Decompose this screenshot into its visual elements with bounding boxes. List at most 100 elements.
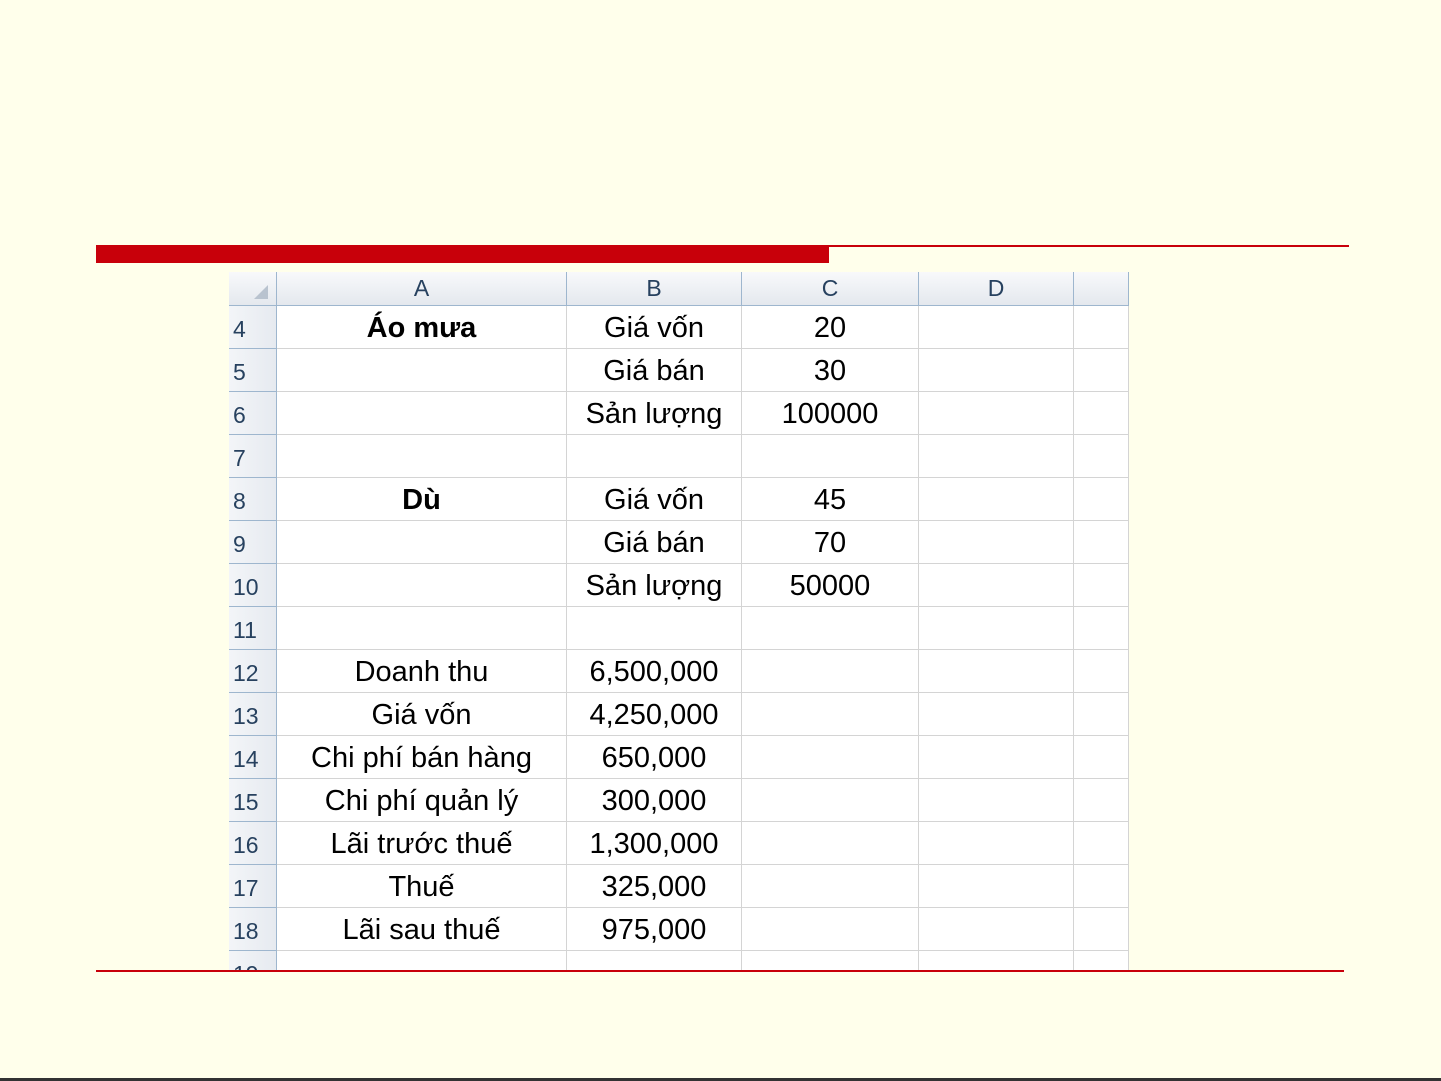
cell-d[interactable] (919, 693, 1074, 736)
column-header-b[interactable]: B (567, 272, 742, 305)
cell-c[interactable] (742, 607, 919, 650)
cell-a[interactable]: Dù (277, 478, 567, 521)
cell-b[interactable]: Giá vốn (567, 478, 742, 521)
cell-d[interactable] (919, 607, 1074, 650)
cell-c[interactable] (742, 779, 919, 822)
cell-a[interactable]: Lãi sau thuế (277, 908, 567, 951)
cell-b[interactable]: Giá vốn (567, 306, 742, 349)
cell-d[interactable] (919, 306, 1074, 349)
cell-c[interactable] (742, 435, 919, 478)
column-header-d[interactable]: D (919, 272, 1074, 305)
row-header[interactable]: 18 (229, 908, 277, 951)
column-header-e[interactable] (1074, 272, 1129, 305)
cell-b[interactable]: Giá bán (567, 521, 742, 564)
cell-e[interactable] (1074, 349, 1129, 392)
cell-e[interactable] (1074, 736, 1129, 779)
column-header-a[interactable]: A (277, 272, 567, 305)
cell-d[interactable] (919, 650, 1074, 693)
cell-e[interactable] (1074, 779, 1129, 822)
cell-b[interactable]: 4,250,000 (567, 693, 742, 736)
cell-d[interactable] (919, 435, 1074, 478)
cell-e[interactable] (1074, 951, 1129, 972)
row-header[interactable]: 13 (229, 693, 277, 736)
row-header[interactable]: 4 (229, 306, 277, 349)
cell-d[interactable] (919, 564, 1074, 607)
cell-e[interactable] (1074, 392, 1129, 435)
cell-d[interactable] (919, 521, 1074, 564)
cell-a[interactable] (277, 521, 567, 564)
cell-a[interactable]: Áo mưa (277, 306, 567, 349)
cell-b[interactable]: Sản lượng (567, 392, 742, 435)
select-all-corner[interactable] (229, 272, 277, 305)
cell-a[interactable] (277, 349, 567, 392)
cell-a[interactable] (277, 951, 567, 972)
cell-c[interactable]: 30 (742, 349, 919, 392)
cell-d[interactable] (919, 349, 1074, 392)
cell-c[interactable] (742, 865, 919, 908)
cell-e[interactable] (1074, 693, 1129, 736)
cell-a[interactable] (277, 564, 567, 607)
row-header[interactable]: 19 (229, 951, 277, 972)
cell-b[interactable]: Giá bán (567, 349, 742, 392)
cell-c[interactable]: 50000 (742, 564, 919, 607)
row-header[interactable]: 15 (229, 779, 277, 822)
cell-d[interactable] (919, 908, 1074, 951)
cell-a[interactable] (277, 392, 567, 435)
cell-a[interactable]: Doanh thu (277, 650, 567, 693)
cell-b[interactable] (567, 435, 742, 478)
row-header[interactable]: 17 (229, 865, 277, 908)
row-header[interactable]: 14 (229, 736, 277, 779)
row-header[interactable]: 16 (229, 822, 277, 865)
cell-c[interactable]: 70 (742, 521, 919, 564)
cell-e[interactable] (1074, 650, 1129, 693)
cell-c[interactable] (742, 822, 919, 865)
cell-c[interactable] (742, 693, 919, 736)
cell-d[interactable] (919, 736, 1074, 779)
row-header[interactable]: 7 (229, 435, 277, 478)
cell-a[interactable] (277, 607, 567, 650)
cell-b[interactable]: 300,000 (567, 779, 742, 822)
row-header[interactable]: 6 (229, 392, 277, 435)
cell-c[interactable]: 100000 (742, 392, 919, 435)
cell-a[interactable]: Chi phí bán hàng (277, 736, 567, 779)
cell-c[interactable]: 45 (742, 478, 919, 521)
cell-b[interactable]: 1,300,000 (567, 822, 742, 865)
cell-a[interactable]: Lãi trước thuế (277, 822, 567, 865)
cell-a[interactable]: Chi phí quản lý (277, 779, 567, 822)
cell-a[interactable] (277, 435, 567, 478)
cell-d[interactable] (919, 478, 1074, 521)
cell-d[interactable] (919, 822, 1074, 865)
cell-e[interactable] (1074, 607, 1129, 650)
cell-c[interactable] (742, 650, 919, 693)
cell-e[interactable] (1074, 306, 1129, 349)
cell-b[interactable]: Sản lượng (567, 564, 742, 607)
row-header[interactable]: 11 (229, 607, 277, 650)
cell-c[interactable]: 20 (742, 306, 919, 349)
cell-d[interactable] (919, 392, 1074, 435)
cell-b[interactable]: 975,000 (567, 908, 742, 951)
cell-e[interactable] (1074, 521, 1129, 564)
cell-d[interactable] (919, 951, 1074, 972)
cell-a[interactable]: Giá vốn (277, 693, 567, 736)
cell-e[interactable] (1074, 865, 1129, 908)
cell-e[interactable] (1074, 564, 1129, 607)
cell-d[interactable] (919, 865, 1074, 908)
cell-e[interactable] (1074, 435, 1129, 478)
cell-b[interactable]: 6,500,000 (567, 650, 742, 693)
row-header[interactable]: 9 (229, 521, 277, 564)
cell-b[interactable]: 650,000 (567, 736, 742, 779)
cell-b[interactable] (567, 951, 742, 972)
cell-a[interactable]: Thuế (277, 865, 567, 908)
column-header-c[interactable]: C (742, 272, 919, 305)
cell-b[interactable]: 325,000 (567, 865, 742, 908)
row-header[interactable]: 5 (229, 349, 277, 392)
cell-e[interactable] (1074, 822, 1129, 865)
row-header[interactable]: 12 (229, 650, 277, 693)
cell-e[interactable] (1074, 478, 1129, 521)
cell-b[interactable] (567, 607, 742, 650)
cell-c[interactable] (742, 736, 919, 779)
cell-c[interactable] (742, 908, 919, 951)
cell-c[interactable] (742, 951, 919, 972)
cell-e[interactable] (1074, 908, 1129, 951)
cell-d[interactable] (919, 779, 1074, 822)
